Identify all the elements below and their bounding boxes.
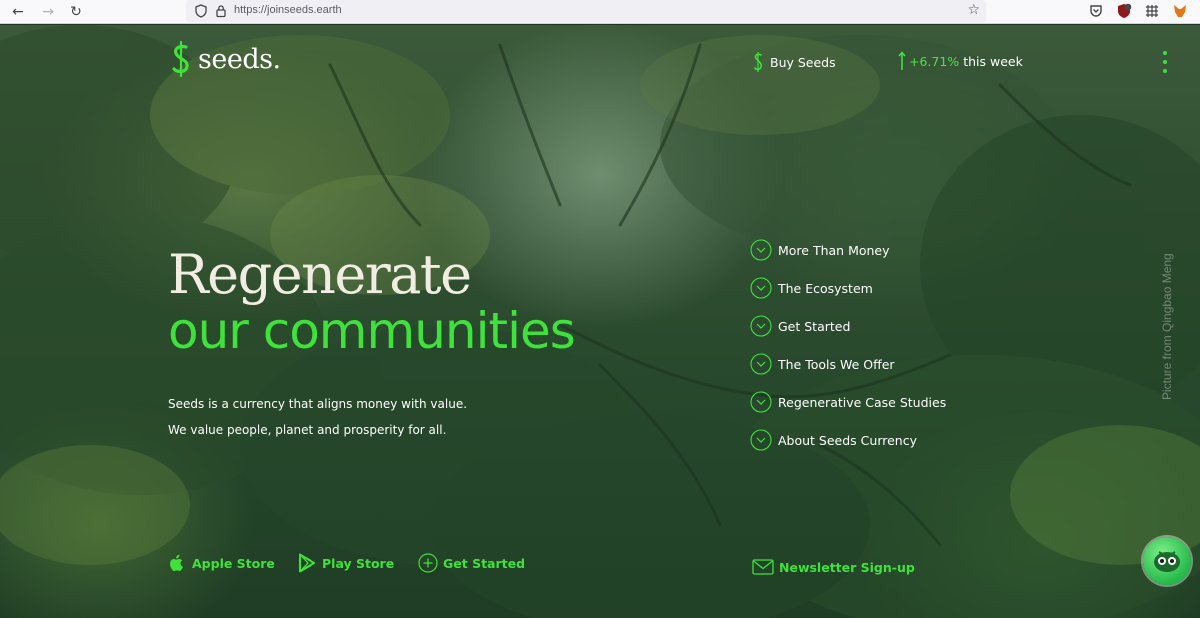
menu-item-regenerative-case-studies[interactable]: Regenerative Case Studies <box>750 383 946 421</box>
chat-bot-icon <box>1154 551 1180 572</box>
menu-item-label: Regenerative Case Studies <box>778 394 947 410</box>
chevron-down-icon <box>750 429 772 451</box>
chevron-down-icon <box>750 239 772 261</box>
newsletter-label: Newsletter Sign-up <box>779 559 915 575</box>
get-started-link[interactable]: Get Started <box>418 553 525 573</box>
hero-description-line-2: We value people, planet and prosperity f… <box>168 423 447 437</box>
menu-item-more-than-money[interactable]: More Than Money <box>750 231 946 269</box>
trend-period: this week <box>963 53 1023 69</box>
menu-item-label: About Seeds Currency <box>778 432 917 448</box>
chevron-down-icon <box>750 315 772 337</box>
play-store-label: Play Store <box>322 555 395 571</box>
get-started-label: Get Started <box>443 555 526 571</box>
chevron-down-icon <box>750 353 772 375</box>
chevron-down-icon <box>750 277 772 299</box>
hero-section: seeds. Buy Seeds +6.71% this week Regene… <box>0 25 1200 618</box>
arrow-right-icon[interactable]: → <box>38 2 58 22</box>
url-text: https://joinseeds.earth <box>234 4 342 16</box>
buy-seeds-link[interactable]: Buy Seeds <box>752 51 836 73</box>
browser-toolbar: ← → ↻ https://joinseeds.earth ☆ <box>0 0 1200 24</box>
apple-store-link[interactable]: Apple Store <box>167 553 275 573</box>
menu-item-label: More Than Money <box>778 242 890 258</box>
mail-icon <box>752 559 774 575</box>
chat-assistant-button[interactable] <box>1143 537 1191 585</box>
arrow-up-icon <box>898 51 906 70</box>
arrow-left-icon[interactable]: ← <box>8 2 28 22</box>
seeds-logo-icon <box>172 41 189 77</box>
plus-circle-icon <box>418 553 438 573</box>
play-store-link[interactable]: Play Store <box>297 553 394 573</box>
chevron-down-icon <box>750 391 772 413</box>
hero-description: Seeds is a currency that aligns money wi… <box>168 391 467 443</box>
lock-icon[interactable] <box>214 4 228 18</box>
more-menu-icon[interactable] <box>1158 51 1172 77</box>
apple-icon <box>170 554 183 572</box>
menu-item-label: The Ecosystem <box>778 280 873 296</box>
section-menu: More Than Money The Ecosystem Get Starte… <box>750 231 946 459</box>
play-store-icon <box>299 553 315 573</box>
hero-headline-line-2: our communities <box>168 302 576 360</box>
ublock-icon[interactable] <box>1116 3 1132 19</box>
menu-item-label: The Tools We Offer <box>778 356 895 372</box>
menu-item-the-tools-we-offer[interactable]: The Tools We Offer <box>750 345 946 383</box>
newsletter-signup-link[interactable]: Newsletter Sign-up <box>752 559 915 575</box>
hero-headline-line-1: Regenerate <box>168 243 472 306</box>
logo-text: seeds. <box>198 43 281 75</box>
buy-seeds-label: Buy Seeds <box>770 54 836 70</box>
menu-item-about-seeds-currency[interactable]: About Seeds Currency <box>750 421 946 459</box>
reload-icon[interactable]: ↻ <box>66 2 86 22</box>
price-trend: +6.71% this week <box>898 51 1023 71</box>
hero-description-line-1: Seeds is a currency that aligns money wi… <box>168 397 468 411</box>
trend-percent: +6.71% <box>909 53 960 69</box>
address-bar[interactable]: https://joinseeds.earth ☆ <box>186 0 986 22</box>
tracking-shield-icon[interactable] <box>194 4 208 18</box>
photo-credit: Picture from Qingbao Meng <box>1160 253 1174 400</box>
menu-item-label: Get Started <box>778 318 851 334</box>
apple-store-label: Apple Store <box>192 555 275 571</box>
menu-item-get-started[interactable]: Get Started <box>750 307 946 345</box>
seeds-coin-icon <box>754 52 762 72</box>
menu-item-the-ecosystem[interactable]: The Ecosystem <box>750 269 946 307</box>
seeds-logo[interactable]: seeds. <box>168 41 281 77</box>
metamask-fox-icon[interactable] <box>1172 3 1188 19</box>
bookmark-star-icon[interactable]: ☆ <box>967 2 980 18</box>
grid-extension-icon[interactable] <box>1144 3 1160 19</box>
pocket-icon[interactable] <box>1088 3 1104 19</box>
